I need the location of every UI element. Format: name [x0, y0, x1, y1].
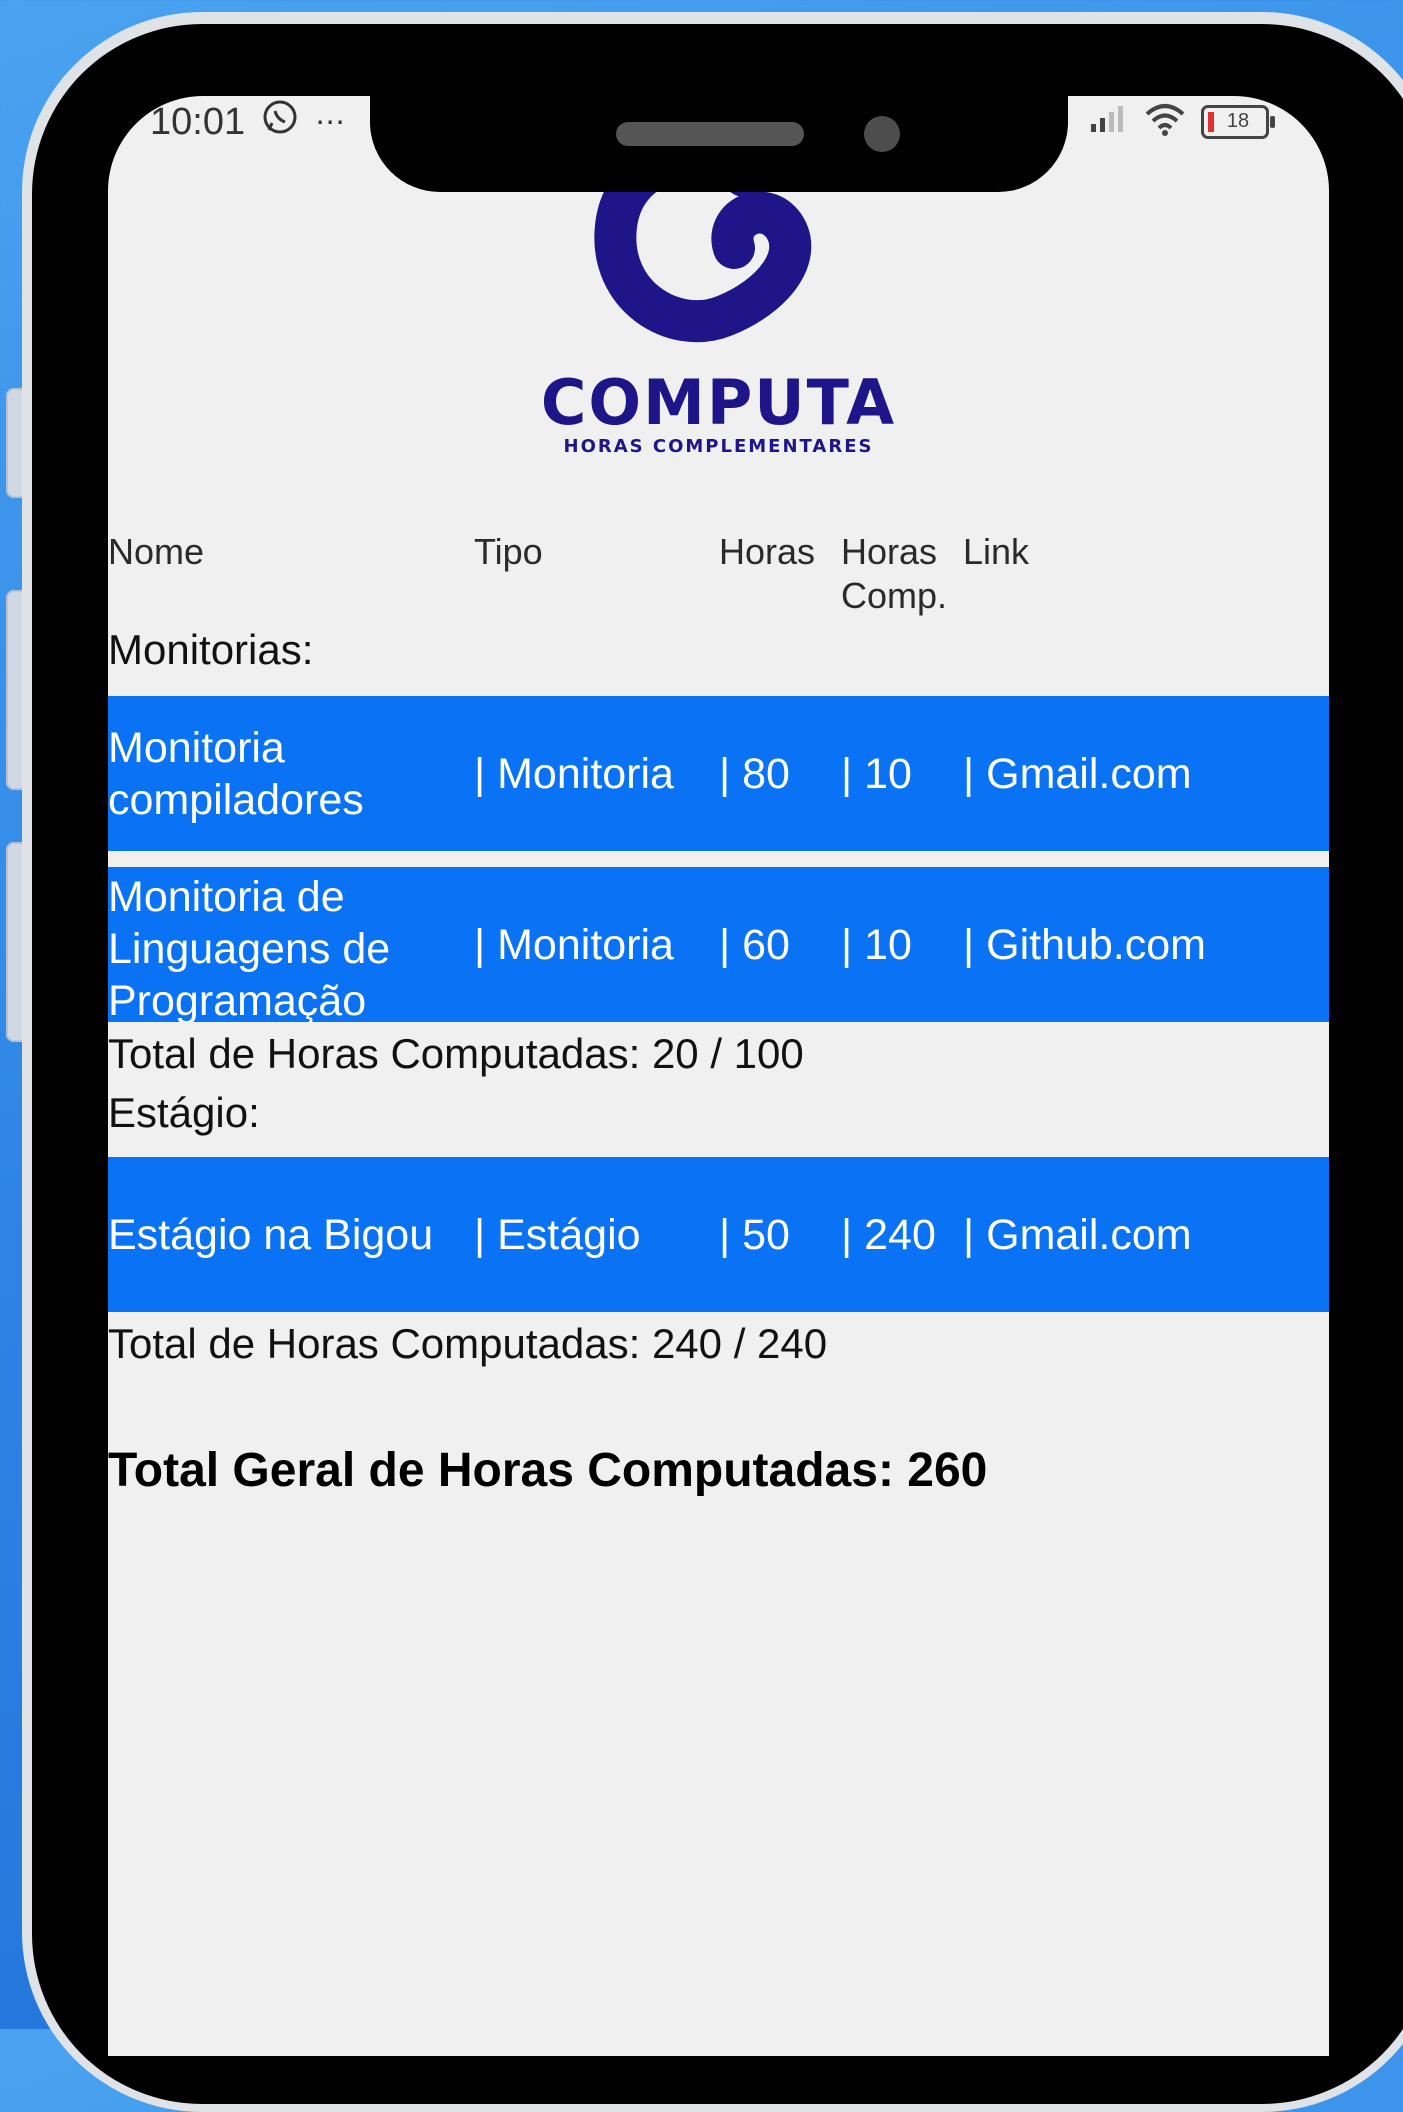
brand-name: COMPUTA [540, 366, 897, 439]
speaker-grille [616, 122, 804, 146]
row-link[interactable]: | Github.com [963, 919, 1206, 971]
section-title-monitorias: Monitorias: [108, 626, 314, 673]
section-total-monitorias: Total de Horas Computadas: 20 / 100 [108, 1030, 804, 1077]
row-tipo: | Monitoria [474, 750, 674, 798]
grand-total: Total Geral de Horas Computadas: 260 [108, 1444, 988, 1497]
status-time: 10:01 [150, 100, 246, 143]
header-link: Link [963, 531, 1030, 572]
row-nome: Monitoria compiladores [108, 724, 364, 824]
header-horas: Horas [719, 531, 816, 572]
signal-icon [1089, 104, 1129, 139]
row-horas-comp: | 10 [841, 750, 912, 798]
row-horas-comp: | 10 [841, 921, 912, 969]
row-horas: | 80 [719, 750, 790, 798]
header-tipo: Tipo [474, 531, 543, 572]
row-horas: | 50 [719, 1211, 790, 1259]
row-tipo: | Monitoria [474, 921, 674, 969]
app-screen: 10:01 ⋯ 18 COMPUTA HORAS COMPLEMENTARES … [108, 96, 1329, 2056]
row-link[interactable]: | Gmail.com [963, 748, 1192, 800]
battery-icon: 18 [1201, 104, 1275, 139]
row-link[interactable]: | Gmail.com [963, 1209, 1192, 1261]
table-row[interactable]: Monitoria de Linguagens de Programação |… [108, 867, 1329, 1022]
header-nome: Nome [108, 531, 205, 572]
row-tipo: | Estágio [474, 1211, 641, 1259]
more-notifications-icon: ⋯ [315, 105, 346, 139]
header-horas-comp: Horas Comp. [841, 531, 948, 616]
whatsapp-icon [261, 98, 299, 146]
status-bar-left: 10:01 ⋯ [150, 98, 345, 146]
section-title-estagio: Estágio: [108, 1089, 260, 1136]
brand-tagline: HORAS COMPLEMENTARES [563, 436, 874, 457]
row-nome: Estágio na Bigou [108, 1211, 434, 1259]
row-nome: Monitoria de Linguagens de Programação [108, 873, 391, 1022]
phone-notch [370, 96, 1068, 192]
table-row[interactable]: Estágio na Bigou | Estágio | 50 | 240 | … [108, 1157, 1329, 1312]
table-row[interactable]: Monitoria compiladores | Monitoria | 80 … [108, 696, 1329, 851]
status-bar-right: 18 [1089, 102, 1275, 141]
row-horas: | 60 [719, 921, 790, 969]
wifi-icon [1143, 102, 1187, 141]
row-horas-comp: | 240 [841, 1211, 936, 1259]
section-total-estagio: Total de Horas Computadas: 240 / 240 [108, 1320, 828, 1367]
battery-level: 18 [1226, 110, 1250, 132]
front-camera [864, 116, 900, 152]
